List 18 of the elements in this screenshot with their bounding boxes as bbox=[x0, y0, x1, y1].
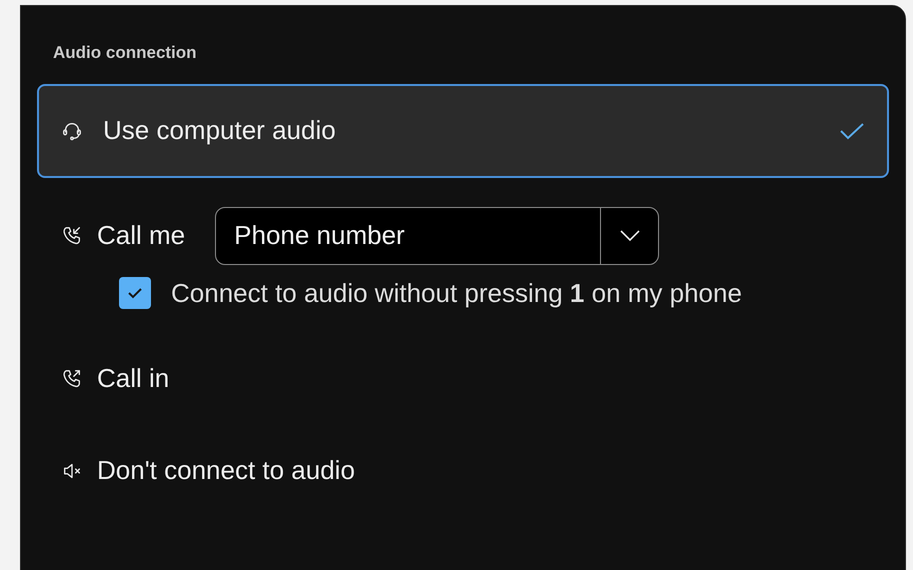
option-label: Use computer audio bbox=[103, 114, 336, 147]
audio-option[interactable]: Call in bbox=[37, 348, 889, 408]
phone-number-dropdown[interactable]: Phone number bbox=[215, 206, 660, 264]
checkmark-icon bbox=[839, 120, 865, 140]
dropdown-value: Phone number bbox=[233, 219, 406, 252]
option-label: Call me bbox=[97, 219, 186, 252]
section-heading: Audio connection bbox=[53, 42, 198, 64]
check-icon bbox=[127, 287, 143, 299]
checkbox[interactable] bbox=[119, 277, 151, 309]
chevron-down-icon bbox=[618, 228, 641, 242]
audio-option[interactable]: Use computer audio bbox=[37, 84, 889, 178]
audio-option[interactable]: Call me Phone number bbox=[37, 206, 889, 266]
option-label: Call in bbox=[97, 362, 170, 395]
outgoing-call-icon bbox=[61, 368, 83, 390]
checkbox-label: Connect to audio without pressing 1 on my phone bbox=[171, 276, 742, 310]
audio-option[interactable]: Don't connect to audio bbox=[37, 440, 889, 500]
incoming-call-icon bbox=[61, 224, 83, 246]
option-label: Don't connect to audio bbox=[97, 454, 355, 487]
